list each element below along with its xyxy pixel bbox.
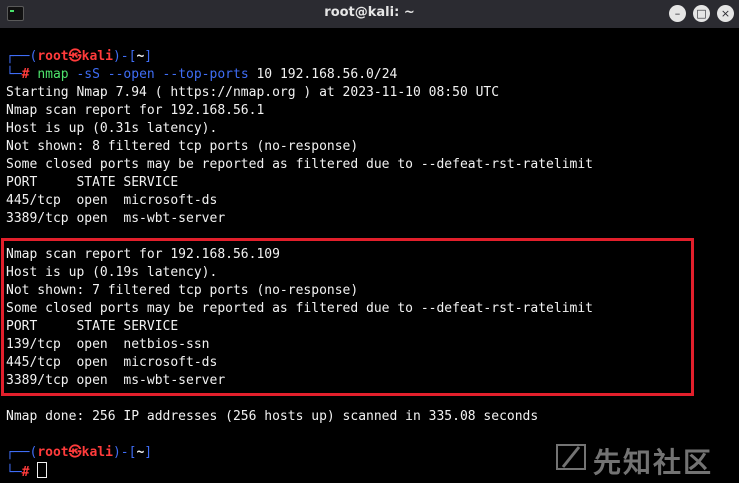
prompt-at-symbol: ㉿: [68, 49, 82, 64]
prompt-hash: #: [21, 67, 30, 82]
highlight-box: [1, 238, 694, 396]
prompt-host: kali: [81, 49, 113, 64]
output-line: Some closed ports may be reported as fil…: [6, 157, 593, 172]
prompt-corner-bottom: └─: [6, 67, 22, 82]
minimize-button[interactable]: –: [669, 5, 686, 22]
command-line: └─# nmap -sS --open --top-ports 10 192.1…: [6, 66, 397, 84]
command-flags: -sS --open --top-ports: [76, 67, 249, 82]
output-line: PORT STATE SERVICE: [6, 175, 179, 190]
terminal-area[interactable]: ┌──(root㉿kali)-[~] └─# nmap -sS --open -…: [0, 28, 739, 483]
title-bar: root@kali: ~ – □ ×: [0, 0, 739, 29]
output-line: 445/tcp open microsoft-ds: [6, 193, 218, 208]
prompt-user: root: [37, 445, 69, 460]
command-args: 10 192.168.56.0/24: [256, 67, 398, 82]
close-icon: ×: [720, 7, 731, 20]
prompt-hash: #: [21, 465, 30, 480]
prompt-separator-close: ]: [144, 445, 153, 460]
command-line[interactable]: └─#: [6, 462, 48, 480]
output-line: Nmap scan report for 192.168.56.1: [6, 103, 265, 118]
prompt-separator-close: ]: [144, 49, 153, 64]
minimize-icon: –: [674, 7, 681, 20]
watermark-logo-icon: [556, 444, 586, 470]
prompt-separator: )-[: [112, 49, 137, 64]
prompt-host: kali: [81, 445, 113, 460]
prompt-separator: )-[: [112, 445, 137, 460]
prompt-line-top: ┌──(root㉿kali)-[~]: [6, 444, 152, 462]
output-line: Starting Nmap 7.94 ( https://nmap.org ) …: [6, 85, 500, 100]
close-button[interactable]: ×: [717, 5, 734, 22]
command-name: nmap: [37, 67, 69, 82]
prompt-user: root: [37, 49, 69, 64]
watermark: 先知社区: [555, 441, 735, 481]
watermark-text: 先知社区: [593, 446, 714, 479]
maximize-icon: □: [696, 7, 707, 20]
prompt-line-top: ┌──(root㉿kali)-[~]: [6, 48, 152, 66]
maximize-button[interactable]: □: [693, 5, 710, 22]
prompt-corner: ┌──(: [6, 445, 38, 460]
prompt-corner: ┌──(: [6, 49, 38, 64]
output-line: Not shown: 8 filtered tcp ports (no-resp…: [6, 139, 359, 154]
text-cursor: [37, 462, 48, 478]
prompt-at-symbol: ㉿: [68, 445, 82, 460]
output-line: Host is up (0.31s latency).: [6, 121, 218, 136]
output-line: Nmap done: 256 IP addresses (256 hosts u…: [6, 409, 539, 424]
window-title: root@kali: ~: [324, 5, 415, 20]
output-line: 3389/tcp open ms-wbt-server: [6, 211, 226, 226]
prompt-corner-bottom: └─: [6, 465, 22, 480]
